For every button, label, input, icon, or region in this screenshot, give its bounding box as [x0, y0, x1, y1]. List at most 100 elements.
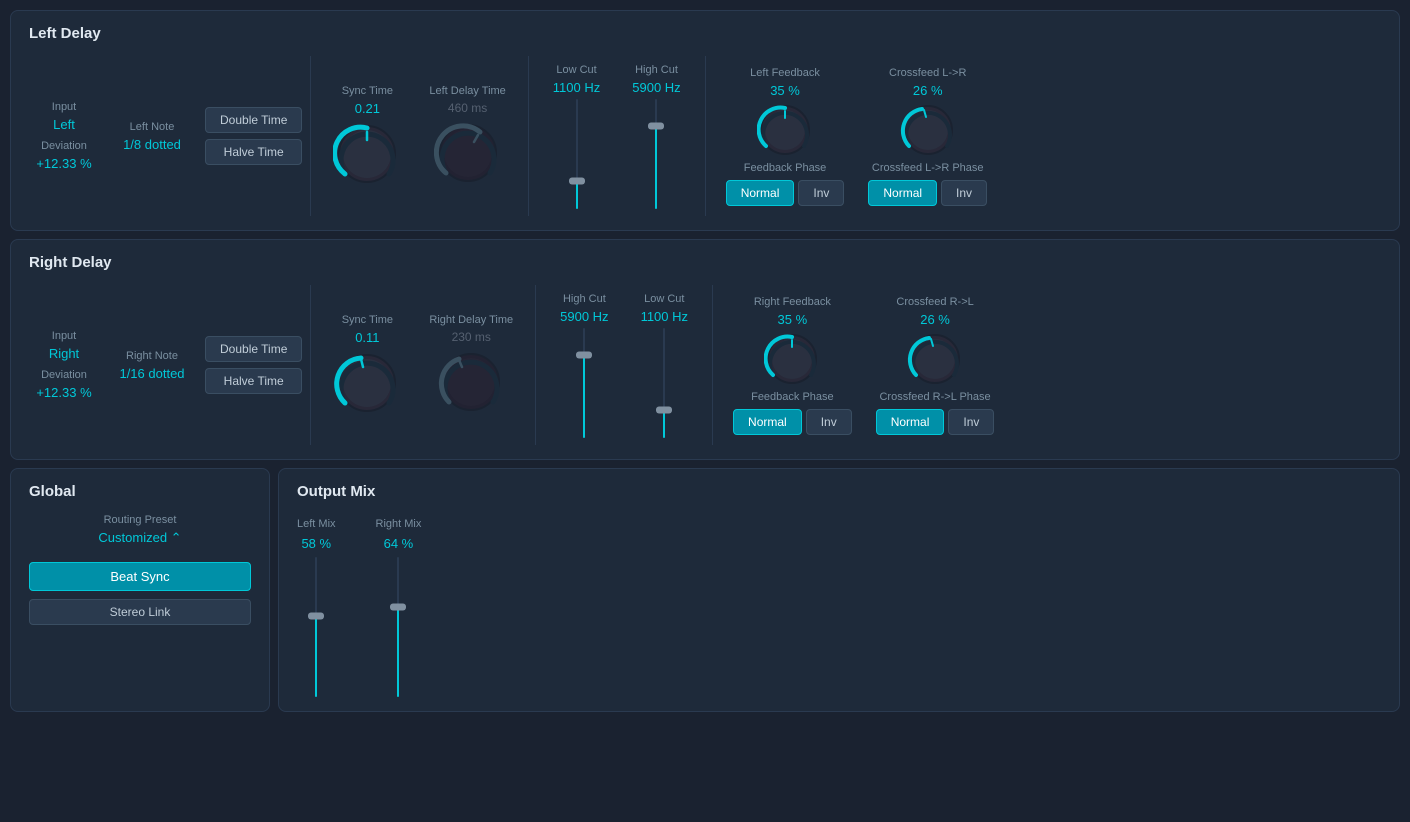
- divider-4: [310, 285, 311, 445]
- left-sync-time-knob-group: Sync Time 0.21: [333, 85, 401, 188]
- left-delay-section: Left Delay Input Left Deviation +12.33 %: [10, 10, 1400, 231]
- right-low-cut-slider[interactable]: [654, 328, 674, 438]
- left-delay-time-knob[interactable]: [434, 119, 502, 187]
- left-delay-title: Left Delay: [29, 25, 1381, 42]
- right-feedback-label: Right Feedback: [754, 296, 831, 308]
- right-feedback-value: 35 %: [778, 312, 808, 327]
- right-note-value[interactable]: 1/16 dotted: [119, 366, 184, 381]
- right-input-col: Input Right Deviation +12.33 %: [29, 330, 99, 400]
- left-delay-time-value: 460 ms: [448, 101, 487, 115]
- right-sync-time-knob[interactable]: [333, 349, 401, 417]
- left-deviation-group: Deviation +12.33 %: [29, 140, 99, 171]
- right-low-cut-group: Low Cut 1100 Hz: [641, 293, 688, 438]
- left-crossfeed-phase-inv-button[interactable]: Inv: [941, 180, 987, 206]
- routing-group: Routing Preset Customized ⌃: [29, 514, 251, 546]
- right-delay-time-knob[interactable]: [437, 348, 505, 416]
- left-mix-label: Left Mix: [297, 518, 336, 530]
- right-feedback-knob[interactable]: [764, 331, 820, 387]
- left-sync-time-knob[interactable]: [333, 120, 401, 188]
- left-deviation-value: +12.33 %: [36, 156, 91, 171]
- left-deviation-label: Deviation: [41, 140, 87, 152]
- right-high-cut-label: High Cut: [563, 293, 606, 305]
- left-high-cut-group: High Cut 5900 Hz: [632, 64, 680, 209]
- left-mix-group: Left Mix 58 %: [297, 518, 336, 697]
- right-deviation-value: +12.33 %: [36, 385, 91, 400]
- left-note-col: Left Note 1/8 dotted: [117, 121, 187, 152]
- right-note-group: Right Note 1/16 dotted: [117, 350, 187, 381]
- right-deviation-label: Deviation: [41, 369, 87, 381]
- right-high-cut-slider[interactable]: [574, 328, 594, 438]
- left-high-cut-value: 5900 Hz: [632, 80, 680, 95]
- left-feedback-phase-group: Feedback Phase Normal Inv: [726, 162, 845, 206]
- left-halve-time-button[interactable]: Halve Time: [205, 139, 302, 165]
- left-feedback-phase-inv-button[interactable]: Inv: [798, 180, 844, 206]
- right-feedback-phase-buttons: Normal Inv: [733, 409, 852, 435]
- global-section: Global Routing Preset Customized ⌃ Beat …: [10, 468, 270, 712]
- left-feedback-phase-buttons: Normal Inv: [726, 180, 845, 206]
- right-sync-time-knob-group: Sync Time 0.11: [333, 314, 401, 417]
- right-note-label: Right Note: [126, 350, 178, 362]
- stereo-link-button[interactable]: Stereo Link: [29, 599, 251, 625]
- left-input-value[interactable]: Left: [53, 117, 75, 132]
- left-mix-value: 58 %: [301, 536, 331, 551]
- right-double-time-button[interactable]: Double Time: [205, 336, 302, 362]
- left-delay-time-label: Left Delay Time: [429, 85, 505, 97]
- right-input-label: Input: [52, 330, 76, 342]
- right-low-cut-label: Low Cut: [644, 293, 684, 305]
- right-time-buttons: Double Time Halve Time: [205, 336, 302, 394]
- right-crossfeed-phase-group: Crossfeed R->L Phase Normal Inv: [876, 391, 995, 435]
- right-input-value[interactable]: Right: [49, 346, 79, 361]
- divider-2: [528, 56, 529, 216]
- left-feedback-phase-label: Feedback Phase: [744, 162, 827, 174]
- right-input-group: Input Right: [29, 330, 99, 361]
- right-feedback-phase-normal-button[interactable]: Normal: [733, 409, 802, 435]
- right-delay-title: Right Delay: [29, 254, 1381, 271]
- left-delay-meta: Input Left Deviation +12.33 % Left Note …: [29, 101, 302, 171]
- right-feedback-knob-group: Right Feedback 35 % Feedback Phase Norma…: [733, 296, 852, 435]
- right-sync-time-value: 0.11: [355, 330, 379, 345]
- left-sync-time-value: 0.21: [355, 101, 380, 116]
- right-mix-slider[interactable]: [388, 557, 408, 697]
- left-crossfeed-label: Crossfeed L->R: [889, 67, 966, 79]
- global-controls: Routing Preset Customized ⌃ Beat Sync St…: [29, 514, 251, 625]
- left-low-cut-slider[interactable]: [567, 99, 587, 209]
- right-feedback-phase-inv-button[interactable]: Inv: [806, 409, 852, 435]
- right-low-cut-value: 1100 Hz: [641, 309, 688, 324]
- right-delay-time-label: Right Delay Time: [429, 314, 513, 326]
- right-crossfeed-phase-inv-button[interactable]: Inv: [948, 409, 994, 435]
- right-mix-label: Right Mix: [376, 518, 422, 530]
- left-high-cut-slider[interactable]: [646, 99, 666, 209]
- right-halve-time-button[interactable]: Halve Time: [205, 368, 302, 394]
- left-low-cut-label: Low Cut: [556, 64, 596, 76]
- left-feedback-phase-normal-button[interactable]: Normal: [726, 180, 795, 206]
- left-feedback-value: 35 %: [770, 83, 800, 98]
- right-feedback-phase-group: Feedback Phase Normal Inv: [733, 391, 852, 435]
- right-mix-group: Right Mix 64 %: [376, 518, 422, 697]
- left-crossfeed-phase-normal-button[interactable]: Normal: [868, 180, 937, 206]
- right-crossfeed-label: Crossfeed R->L: [896, 296, 973, 308]
- right-high-cut-group: High Cut 5900 Hz: [560, 293, 608, 438]
- right-crossfeed-phase-normal-button[interactable]: Normal: [876, 409, 945, 435]
- routing-preset-value[interactable]: Customized ⌃: [29, 530, 251, 546]
- divider-5: [535, 285, 536, 445]
- right-crossfeed-knob[interactable]: [907, 331, 963, 387]
- left-feedback-knob-group: Left Feedback 35 % Feedback Phase Normal: [726, 67, 845, 206]
- right-mix-value: 64 %: [384, 536, 414, 551]
- left-feedback-knob[interactable]: [757, 102, 813, 158]
- left-note-value[interactable]: 1/8 dotted: [123, 137, 181, 152]
- right-crossfeed-phase-buttons: Normal Inv: [876, 409, 995, 435]
- divider-3: [705, 56, 706, 216]
- beat-sync-button[interactable]: Beat Sync: [29, 562, 251, 591]
- left-mix-slider[interactable]: [306, 557, 326, 697]
- left-input-group: Input Left: [29, 101, 99, 132]
- left-high-cut-label: High Cut: [635, 64, 678, 76]
- left-low-cut-value: 1100 Hz: [553, 80, 600, 95]
- right-crossfeed-phase-label: Crossfeed R->L Phase: [879, 391, 990, 403]
- left-note-label: Left Note: [130, 121, 175, 133]
- left-crossfeed-phase-label: Crossfeed L->R Phase: [872, 162, 984, 174]
- right-crossfeed-knob-group: Crossfeed R->L 26 % Crossfeed R->L Phase…: [876, 296, 995, 435]
- left-crossfeed-knob[interactable]: [900, 102, 956, 158]
- right-delay-row: Input Right Deviation +12.33 % Right Not…: [29, 285, 1381, 445]
- left-sync-time-label: Sync Time: [342, 85, 393, 97]
- left-double-time-button[interactable]: Double Time: [205, 107, 302, 133]
